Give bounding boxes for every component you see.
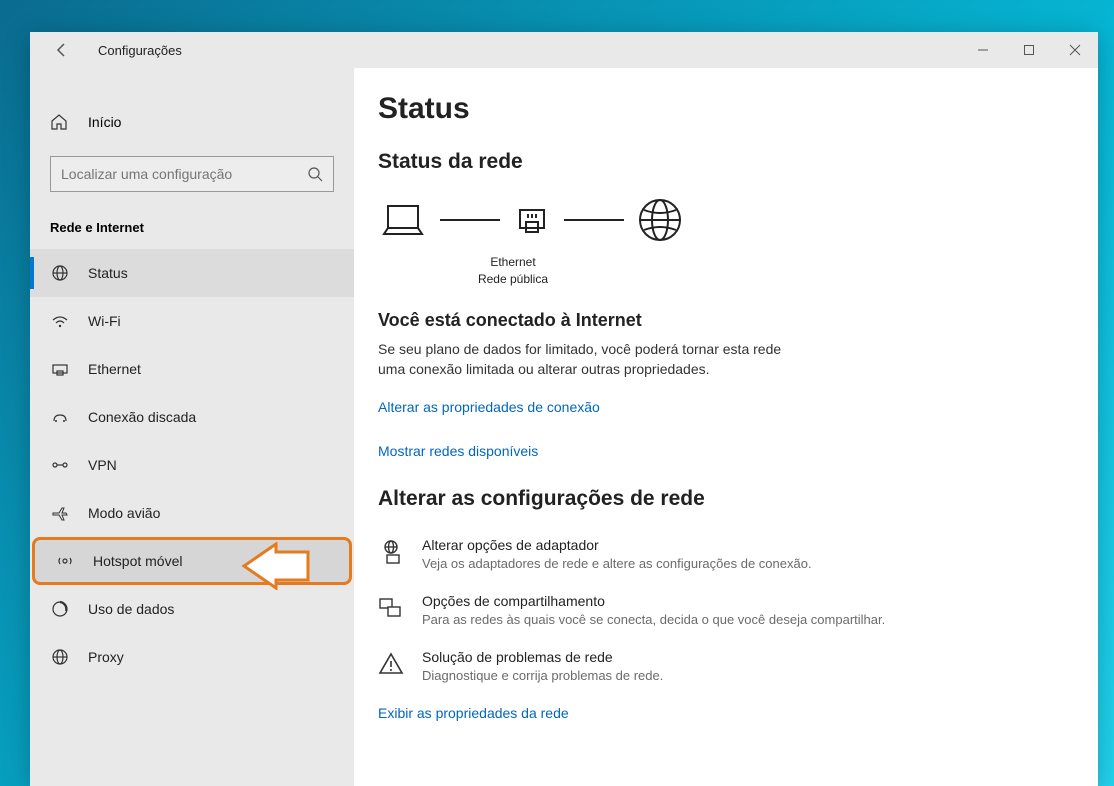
- connector-line: [564, 219, 624, 221]
- sidebar-item-label: Conexão discada: [88, 409, 196, 425]
- sidebar-item-wifi[interactable]: Wi-Fi: [30, 297, 354, 345]
- option-title: Alterar opções de adaptador: [422, 537, 812, 553]
- sidebar-item-dialup[interactable]: Conexão discada: [30, 393, 354, 441]
- link-show-networks[interactable]: Mostrar redes disponíveis: [378, 443, 1070, 459]
- sidebar-item-label: Status: [88, 265, 128, 281]
- sidebar-item-label: Wi-Fi: [88, 313, 121, 329]
- laptop-icon: [378, 200, 428, 240]
- hotspot-icon: [55, 552, 75, 570]
- dialup-icon: [50, 408, 70, 426]
- home-button[interactable]: Início: [50, 98, 334, 146]
- adapter-icon: [378, 537, 406, 571]
- warning-icon: [378, 649, 406, 683]
- connector-line: [440, 219, 500, 221]
- sidebar-item-hotspot[interactable]: Hotspot móvel: [32, 537, 352, 585]
- sidebar-item-airplane[interactable]: Modo avião: [30, 489, 354, 537]
- option-adapter[interactable]: Alterar opções de adaptador Veja os adap…: [378, 537, 1070, 571]
- app-title: Configurações: [98, 43, 182, 58]
- settings-window: Configurações Início: [30, 32, 1098, 786]
- option-title: Solução de problemas de rede: [422, 649, 663, 665]
- sidebar-item-label: Uso de dados: [88, 601, 174, 617]
- sidebar-item-label: Modo avião: [88, 505, 160, 521]
- sidebar-item-label: VPN: [88, 457, 117, 473]
- network-name: Ethernet: [378, 254, 648, 271]
- search-icon: [307, 166, 323, 182]
- option-troubleshoot[interactable]: Solução de problemas de rede Diagnostiqu…: [378, 649, 1070, 683]
- section-network-status: Status da rede: [378, 150, 1070, 174]
- home-label: Início: [88, 114, 121, 130]
- option-desc: Veja os adaptadores de rede e altere as …: [422, 556, 812, 571]
- vpn-icon: [50, 456, 70, 474]
- maximize-button[interactable]: [1006, 32, 1052, 68]
- search-input[interactable]: [50, 156, 334, 192]
- sidebar-item-ethernet[interactable]: Ethernet: [30, 345, 354, 393]
- page-title: Status: [378, 92, 1070, 126]
- search-field[interactable]: [61, 166, 307, 182]
- minimize-button[interactable]: [960, 32, 1006, 68]
- proxy-icon: [50, 648, 70, 666]
- network-type: Rede pública: [378, 271, 648, 288]
- wifi-icon: [50, 312, 70, 330]
- globe-large-icon: [636, 196, 684, 244]
- sidebar-item-proxy[interactable]: Proxy: [30, 633, 354, 681]
- back-button[interactable]: [54, 42, 70, 58]
- main-content: Status Status da rede Ethernet Rede públ…: [354, 68, 1098, 786]
- connected-title: Você está conectado à Internet: [378, 310, 1070, 331]
- airplane-icon: [50, 504, 70, 522]
- sidebar-item-label: Proxy: [88, 649, 124, 665]
- sidebar-item-label: Ethernet: [88, 361, 141, 377]
- link-connection-properties[interactable]: Alterar as propriedades de conexão: [378, 399, 1070, 415]
- sidebar-item-vpn[interactable]: VPN: [30, 441, 354, 489]
- connected-description: Se seu plano de dados for limitado, você…: [378, 339, 798, 380]
- link-network-properties[interactable]: Exibir as propriedades da rede: [378, 705, 1070, 721]
- sidebar-item-datausage[interactable]: Uso de dados: [30, 585, 354, 633]
- option-title: Opções de compartilhamento: [422, 593, 885, 609]
- sidebar-group-title: Rede e Internet: [50, 220, 354, 235]
- globe-icon: [50, 264, 70, 282]
- option-desc: Diagnostique e corrija problemas de rede…: [422, 668, 663, 683]
- sidebar-item-status[interactable]: Status: [30, 249, 354, 297]
- data-usage-icon: [50, 600, 70, 618]
- option-desc: Para as redes às quais você se conecta, …: [422, 612, 885, 627]
- section-change-settings: Alterar as configurações de rede: [378, 487, 1070, 511]
- router-icon: [512, 200, 552, 240]
- titlebar: Configurações: [30, 32, 1098, 68]
- network-caption: Ethernet Rede pública: [378, 254, 648, 288]
- sharing-icon: [378, 593, 406, 627]
- network-diagram: [378, 196, 1070, 244]
- home-icon: [50, 113, 70, 131]
- option-sharing[interactable]: Opções de compartilhamento Para as redes…: [378, 593, 1070, 627]
- sidebar-item-label: Hotspot móvel: [93, 553, 182, 569]
- sidebar: Início Rede e Internet Status: [30, 68, 354, 786]
- ethernet-icon: [50, 360, 70, 378]
- close-button[interactable]: [1052, 32, 1098, 68]
